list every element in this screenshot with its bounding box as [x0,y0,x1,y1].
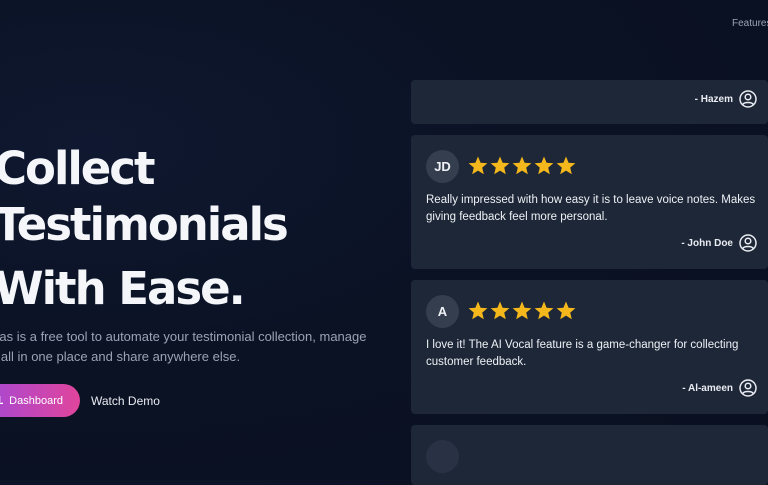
dashboard-button-label: Dashboard [9,395,63,407]
testimonial-card: A I love it! The AI Vocal feature is a g… [411,280,768,414]
watch-demo-link[interactable]: Watch Demo [91,394,160,408]
hero-title: Collect Testimonials With Ease. [0,141,287,317]
bar-chart-icon [0,395,3,407]
hero-description: zias is a free tool to automate your tes… [0,327,390,367]
author-name: - John Doe [681,238,733,249]
star-icon [512,156,532,175]
testimonial-author: - John Doe [681,234,757,252]
star-icon [512,301,532,320]
testimonial-text: Really impressed with how easy it is to … [426,192,761,226]
hero-title-line-2: Testimonials [0,197,287,253]
dashboard-button[interactable]: Dashboard [0,384,80,417]
author-name: - Al-ameen [682,383,733,394]
testimonial-author: - Al-ameen [682,379,757,397]
testimonial-text: I love it! The AI Vocal feature is a gam… [426,337,761,371]
testimonial-card: - Hazem [411,80,768,124]
testimonial-card [411,425,768,485]
avatar: JD [426,150,459,183]
star-rating [468,156,576,175]
avatar: A [426,295,459,328]
star-icon [468,301,488,320]
user-circle-icon [739,90,757,108]
star-icon [468,156,488,175]
user-circle-icon [739,234,757,252]
avatar [426,440,459,473]
user-circle-icon [739,379,757,397]
star-icon [490,156,510,175]
star-icon [534,301,554,320]
star-icon [490,301,510,320]
star-icon [556,156,576,175]
nav-link-features[interactable]: Features [732,18,768,29]
hero-title-line-3: With Ease. [0,261,287,317]
testimonial-author: - Hazem [695,90,757,108]
star-icon [556,301,576,320]
testimonial-card: JD Really impressed with how easy it is … [411,135,768,269]
star-icon [534,156,554,175]
star-rating [468,301,576,320]
hero-title-line-1: Collect [0,141,287,197]
author-name: - Hazem [695,94,733,105]
